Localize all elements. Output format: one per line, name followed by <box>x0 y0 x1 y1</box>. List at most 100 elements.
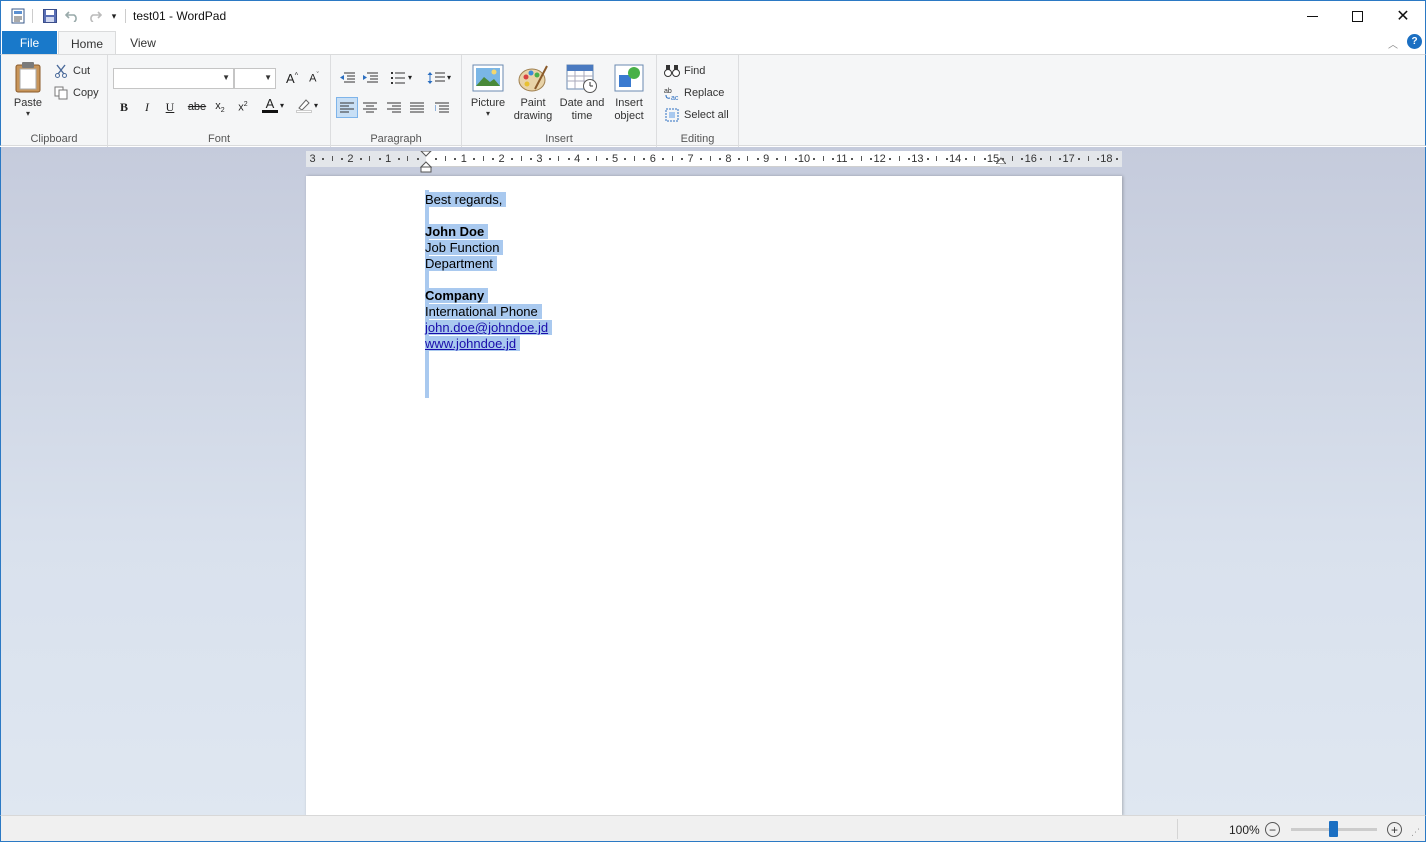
horizontal-ruler[interactable]: 3 2 1 1 2 3 4 5 6 7 8 9 10 11 12 13 14 15 16 17 18 <box>306 151 1122 173</box>
hyperlink[interactable]: john.doe@johndoe.jd <box>425 320 553 335</box>
ruler-tick <box>340 158 343 160</box>
date-time-button[interactable]: Date and time <box>557 63 607 123</box>
replace-button[interactable]: ab ac Replace <box>664 84 724 102</box>
font-family-select[interactable]: ▼ <box>113 68 234 89</box>
document-page[interactable]: Best regards, John Doe Job Function Departm… <box>306 176 1122 816</box>
underline-button[interactable]: U <box>160 97 180 117</box>
ruler-tick <box>851 158 854 160</box>
collapse-ribbon-icon[interactable]: ︿ <box>1385 35 1401 51</box>
clipboard-group: Paste ▾ Cut Copy Clipboard <box>1 55 108 147</box>
picture-button[interactable]: Picture ▾ <box>468 63 508 118</box>
paste-dropdown-icon[interactable]: ▾ <box>26 110 30 118</box>
find-label: Find <box>684 65 706 77</box>
ruler-tick <box>416 158 419 160</box>
paragraph-settings-button[interactable] <box>431 97 453 118</box>
line-spacing-dropdown-icon: ▾ <box>446 73 451 82</box>
wordpad-app-icon[interactable] <box>10 7 26 25</box>
ruler-tick <box>737 158 740 160</box>
close-icon: ✕ <box>1396 8 1410 25</box>
ruler-number: 13 <box>911 153 924 165</box>
ruler-tick <box>898 156 900 161</box>
align-center-icon <box>363 102 377 112</box>
tab-view[interactable]: View <box>118 31 168 55</box>
find-button[interactable]: Find <box>664 62 705 80</box>
redo-icon[interactable] <box>87 7 103 25</box>
document-line: Company <box>425 288 552 304</box>
bullet-list-icon <box>390 71 405 84</box>
ruler-tick <box>747 156 749 161</box>
select-all-label: Select all <box>684 109 729 121</box>
align-right-button[interactable] <box>383 97 405 118</box>
line-spacing-button[interactable]: ▾ <box>423 67 455 88</box>
bold-button[interactable]: B <box>114 97 134 117</box>
justify-icon <box>410 102 424 112</box>
ruler-number: 4 <box>574 153 581 165</box>
zoom-in-icon[interactable]: + <box>1387 822 1402 837</box>
cut-button[interactable]: Cut <box>53 62 90 80</box>
save-icon[interactable] <box>42 7 58 25</box>
grow-font-icon: A^ <box>286 70 298 86</box>
strikethrough-button[interactable]: abe <box>185 97 209 117</box>
highlight-color-button[interactable]: ▾ <box>291 95 323 115</box>
title-bar: ▾ test01 - WordPad ✕ <box>0 0 1426 31</box>
zoom-out-icon[interactable]: − <box>1265 822 1280 837</box>
ribbon-home: Paste ▾ Cut Copy Clipboard ▼ ▼ A^ Aˇ B I… <box>0 54 1426 147</box>
first-line-indent-marker[interactable] <box>420 151 432 173</box>
ruler-tick <box>369 156 371 161</box>
maximize-icon <box>1351 10 1363 22</box>
italic-button[interactable]: I <box>137 97 157 117</box>
svg-text:ab: ab <box>664 88 672 95</box>
increase-indent-button[interactable] <box>359 67 381 88</box>
ruler-tick <box>709 156 711 161</box>
text-color-button[interactable]: A ▾ <box>258 95 288 115</box>
decrease-indent-button[interactable] <box>336 67 358 88</box>
ruler-tick <box>633 156 635 161</box>
paint-drawing-button[interactable]: Paint drawing <box>510 63 556 123</box>
superscript-button[interactable]: x2 <box>233 97 253 117</box>
tab-file[interactable]: File <box>2 31 57 55</box>
copy-button[interactable]: Copy <box>53 84 99 102</box>
customize-qat-icon[interactable]: ▾ <box>108 7 120 25</box>
ruler-tick <box>1049 156 1051 161</box>
minimize-button[interactable] <box>1289 1 1335 31</box>
align-center-button[interactable] <box>359 97 381 118</box>
resize-grip-icon[interactable]: ⋰ <box>1411 827 1420 838</box>
ruler-tick <box>435 158 438 160</box>
hyperlink[interactable]: www.johndoe.jd <box>425 336 521 351</box>
font-size-dropdown-icon: ▼ <box>264 73 272 82</box>
subscript-button[interactable]: x2 <box>210 97 230 117</box>
ruler-tick <box>1011 156 1013 161</box>
superscript-icon: x2 <box>238 100 248 114</box>
ruler-tick <box>529 158 532 160</box>
bullets-button[interactable]: ▾ <box>385 67 417 88</box>
paragraph-group-label: Paragraph <box>370 133 422 145</box>
ruler-tick <box>1040 158 1043 160</box>
status-bar: 100% − + ⋰ <box>0 815 1426 842</box>
copy-icon <box>53 85 69 101</box>
ruler-number: 2 <box>347 153 354 165</box>
ruler-tick <box>1059 158 1062 160</box>
right-indent-marker[interactable] <box>996 156 1006 164</box>
undo-icon[interactable] <box>64 7 80 25</box>
ruler-tick <box>482 156 484 161</box>
justify-button[interactable] <box>406 97 428 118</box>
tab-home[interactable]: Home <box>58 31 116 55</box>
ruler-tick <box>359 158 362 160</box>
zoom-slider-thumb[interactable] <box>1329 821 1338 837</box>
shrink-font-button[interactable]: Aˇ <box>304 68 324 88</box>
insert-object-button[interactable]: Insert object <box>608 63 650 123</box>
ruler-tick <box>907 158 910 160</box>
select-all-button[interactable]: Select all <box>664 106 729 124</box>
editing-group: Find ab ac Replace Select all Editing <box>657 55 739 147</box>
maximize-button[interactable] <box>1334 1 1380 31</box>
ruler-tick <box>454 158 457 160</box>
document-text[interactable]: Best regards, John Doe Job Function Departm… <box>425 192 553 352</box>
align-left-button[interactable] <box>336 97 358 118</box>
close-button[interactable]: ✕ <box>1380 1 1426 31</box>
font-size-select[interactable]: ▼ <box>234 68 276 89</box>
paste-button[interactable]: Paste ▾ <box>9 61 47 118</box>
grow-font-button[interactable]: A^ <box>282 68 302 88</box>
insert-group: Picture ▾ Paint drawing Date and time In… <box>462 55 657 147</box>
help-icon[interactable]: ? <box>1407 34 1422 49</box>
paste-icon <box>15 62 41 93</box>
